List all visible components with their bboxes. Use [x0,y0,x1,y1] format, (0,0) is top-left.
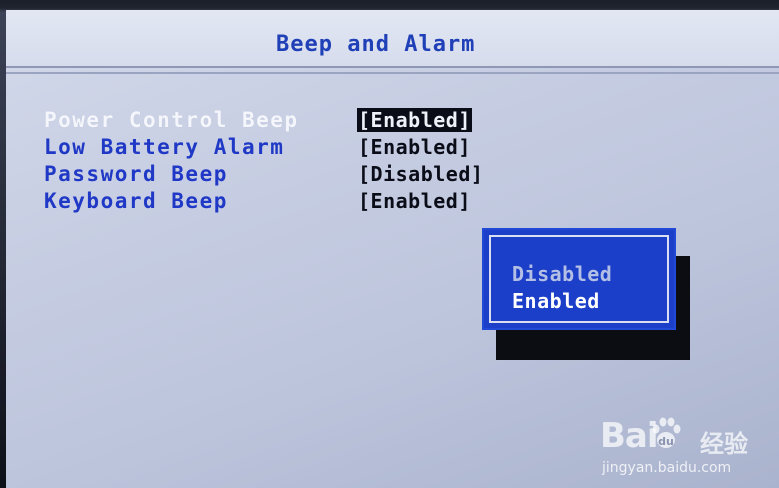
setting-value[interactable]: [Disabled] [357,162,484,186]
setting-label: Low Battery Alarm [44,135,285,159]
setting-row-power-control-beep[interactable]: Power Control Beep [Enabled] [44,108,544,135]
setting-row-password-beep[interactable]: Password Beep [Disabled] [44,162,544,189]
page-title: Beep and Alarm [276,32,476,57]
header-bar: Beep and Alarm [6,10,779,68]
setting-value[interactable]: [Enabled] [357,189,472,213]
setting-value-text: [Enabled] [358,189,471,213]
setting-row-low-battery-alarm[interactable]: Low Battery Alarm [Enabled] [44,135,544,162]
setting-value[interactable]: [Enabled] [357,108,472,132]
svg-text:du: du [658,435,674,448]
settings-list: Power Control Beep [Enabled] Low Battery… [44,108,544,216]
popup-option-enabled[interactable]: Enabled [512,289,600,313]
watermark-url: jingyan.baidu.com [602,460,732,476]
setting-value-text: [Enabled] [358,135,471,159]
setting-row-keyboard-beep[interactable]: Keyboard Beep [Enabled] [44,189,544,216]
bios-screen: Beep and Alarm Power Control Beep [Enabl… [0,0,779,488]
option-popup: Disabled Enabled [482,228,676,330]
setting-label: Password Beep [44,162,228,186]
popup-option-disabled[interactable]: Disabled [512,262,612,286]
paw-icon: du [652,417,681,448]
watermark-cn-text: 经验 [700,430,748,458]
setting-label: Power Control Beep [44,108,299,132]
baidu-watermark: Bai du 经验 jingyan.baidu.com [596,410,776,488]
setting-value-text: [Enabled] [357,108,472,132]
header-divider [6,72,779,74]
setting-value-text: [Disabled] [358,162,484,186]
watermark-logo-text: Bai [600,416,659,456]
setting-value[interactable]: [Enabled] [357,135,472,159]
setting-label: Keyboard Beep [44,189,228,213]
bios-panel: Beep and Alarm Power Control Beep [Enabl… [6,10,779,488]
